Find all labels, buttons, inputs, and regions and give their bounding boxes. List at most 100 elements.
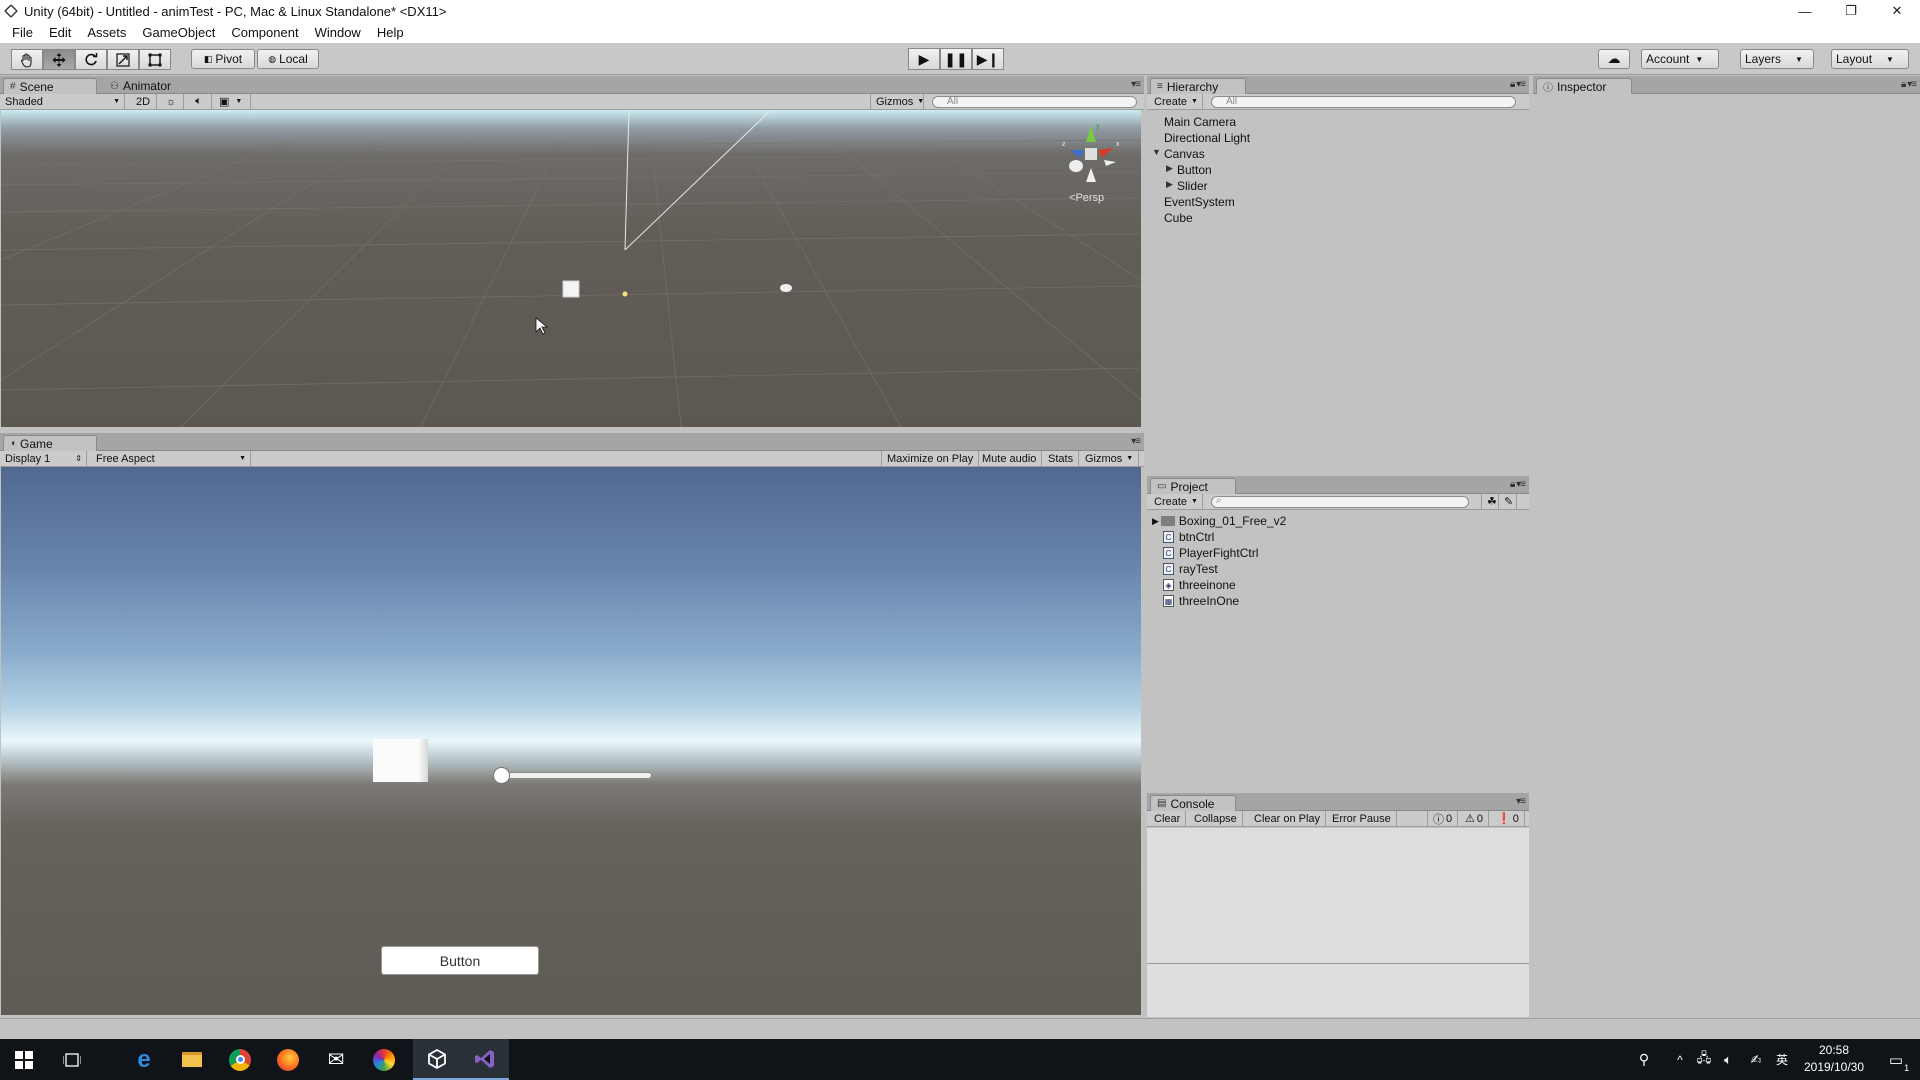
mute-audio-toggle[interactable]: Mute audio: [977, 451, 1043, 466]
persp-label[interactable]: <Persp: [1069, 192, 1104, 204]
slider-handle[interactable]: [493, 767, 510, 784]
hierarchy-item-button[interactable]: Button: [1177, 163, 1212, 177]
filter-by-label-button[interactable]: ✎: [1499, 494, 1517, 509]
network-button[interactable]: 🖧︎: [1692, 1039, 1716, 1080]
ime-indicator[interactable]: 英: [1770, 1039, 1794, 1080]
tab-game[interactable]: ◖ Game: [3, 435, 97, 451]
panel-menu-icon[interactable]: ▾≡: [1131, 79, 1141, 90]
console-clear-button[interactable]: Clear: [1149, 811, 1187, 826]
project-create-dropdown[interactable]: Create ▼: [1149, 494, 1203, 509]
tab-animator[interactable]: ⚇ Animator: [104, 78, 181, 94]
effects-dropdown[interactable]: ▣ ▼: [214, 94, 251, 109]
minimize-button[interactable]: —: [1782, 0, 1828, 22]
shading-mode-dropdown[interactable]: Shaded ▼: [0, 94, 125, 109]
menu-edit[interactable]: Edit: [41, 25, 79, 40]
menu-assets[interactable]: Assets: [79, 25, 134, 40]
menu-component[interactable]: Component: [223, 25, 306, 40]
scene-search-input[interactable]: All: [932, 96, 1137, 108]
tab-console[interactable]: ▤ Console: [1150, 795, 1236, 811]
collapsed-arrow-icon[interactable]: ▶: [1166, 179, 1173, 190]
taskbar-edge[interactable]: e: [120, 1039, 168, 1080]
restore-button[interactable]: ❐: [1828, 0, 1874, 22]
menu-window[interactable]: Window: [307, 25, 369, 40]
taskbar-unity[interactable]: [413, 1039, 461, 1080]
gizmos-dropdown[interactable]: Gizmos ▼: [870, 94, 924, 109]
taskbar-clock[interactable]: 20:58 2019/10/30: [1796, 1042, 1872, 1078]
project-item-script[interactable]: C PlayerFightCtrl: [1163, 546, 1258, 560]
console-error-filter[interactable]: ❗ 0: [1492, 811, 1525, 826]
layout-dropdown[interactable]: Layout ▼: [1831, 49, 1909, 69]
menu-gameobject[interactable]: GameObject: [134, 25, 223, 40]
local-toggle-button[interactable]: ◍ Local: [257, 49, 319, 69]
taskbar-file-explorer[interactable]: [168, 1039, 216, 1080]
lock-icon[interactable]: 🔒︎ ▾≡: [1510, 479, 1526, 490]
slider-track[interactable]: [498, 772, 652, 779]
console-error-pause-toggle[interactable]: Error Pause: [1327, 811, 1397, 826]
pivot-toggle-button[interactable]: ◧ Pivot: [191, 49, 255, 69]
task-view-button[interactable]: [48, 1039, 96, 1080]
menu-file[interactable]: File: [4, 25, 41, 40]
display-dropdown[interactable]: Display 1 ⇕: [0, 451, 87, 466]
hierarchy-item-canvas[interactable]: Canvas: [1164, 147, 1205, 161]
ui-button[interactable]: Button: [381, 946, 539, 975]
hierarchy-item-slider[interactable]: Slider: [1177, 179, 1208, 193]
console-collapse-button[interactable]: Collapse: [1189, 811, 1243, 826]
menu-help[interactable]: Help: [369, 25, 412, 40]
people-button[interactable]: ⚲: [1620, 1039, 1668, 1080]
hierarchy-create-dropdown[interactable]: Create ▼: [1149, 94, 1203, 109]
tab-project[interactable]: ▭ Project: [1150, 478, 1236, 494]
scene-viewport[interactable]: y z x <Persp: [1, 110, 1141, 427]
rotate-tool-button[interactable]: [75, 49, 107, 70]
project-item-folder[interactable]: ▶ Boxing_01_Free_v2: [1152, 514, 1286, 528]
scene-orientation-gizmo[interactable]: y z x: [1056, 120, 1126, 190]
collapsed-arrow-icon[interactable]: ▶: [1166, 163, 1173, 174]
tray-overflow-button[interactable]: ^: [1668, 1039, 1692, 1080]
close-button[interactable]: ✕: [1874, 0, 1920, 22]
console-detail-area[interactable]: [1147, 964, 1529, 1017]
expand-arrow-icon[interactable]: ▼: [1152, 147, 1161, 157]
move-tool-button[interactable]: [43, 49, 75, 70]
lock-icon[interactable]: 🔒︎ ▾≡: [1510, 79, 1526, 90]
hierarchy-item-directional-light[interactable]: Directional Light: [1164, 131, 1250, 145]
game-gizmos-dropdown[interactable]: Gizmos ▼: [1080, 451, 1140, 466]
audio-toggle[interactable]: 🔈︎: [186, 94, 212, 109]
scale-tool-button[interactable]: [107, 49, 139, 70]
lock-icon[interactable]: 🔒︎ ▾≡: [1901, 79, 1917, 90]
toggle-2d-button[interactable]: 2D: [131, 94, 157, 109]
hierarchy-search-input[interactable]: All: [1211, 96, 1516, 108]
maximize-on-play-toggle[interactable]: Maximize on Play: [881, 451, 980, 466]
taskbar-firefox[interactable]: [264, 1039, 312, 1080]
tab-scene[interactable]: # Scene: [3, 78, 97, 94]
project-item-animator[interactable]: ▦ threeInOne: [1163, 594, 1239, 608]
project-search-input[interactable]: ⌕: [1211, 496, 1469, 508]
project-item-script[interactable]: C btnCtrl: [1163, 530, 1214, 544]
rect-tool-button[interactable]: [139, 49, 171, 70]
taskbar-color-app[interactable]: [360, 1039, 408, 1080]
step-button[interactable]: ▶❙: [972, 48, 1004, 70]
tab-hierarchy[interactable]: ≡ Hierarchy: [1150, 78, 1246, 94]
console-clear-on-play-toggle[interactable]: Clear on Play: [1249, 811, 1327, 826]
pen-button[interactable]: ✍: [1744, 1039, 1768, 1080]
project-item-scene[interactable]: ◈ threeinone: [1163, 578, 1236, 592]
action-center-button[interactable]: ▭ 1: [1872, 1039, 1920, 1080]
project-item-script[interactable]: C rayTest: [1163, 562, 1218, 576]
start-button[interactable]: [0, 1039, 48, 1080]
taskbar-chrome[interactable]: [216, 1039, 264, 1080]
taskbar-mail[interactable]: ✉: [312, 1039, 360, 1080]
hierarchy-item-cube[interactable]: Cube: [1164, 211, 1193, 225]
stats-toggle[interactable]: Stats: [1043, 451, 1080, 466]
console-warning-filter[interactable]: ⚠ 0: [1460, 811, 1489, 826]
account-dropdown[interactable]: Account ▼: [1641, 49, 1719, 69]
panel-menu-icon[interactable]: ▾≡: [1131, 436, 1141, 447]
play-button[interactable]: ▶: [908, 48, 940, 70]
collab-cloud-button[interactable]: ☁: [1598, 49, 1630, 69]
pause-button[interactable]: ❚❚: [940, 48, 972, 70]
game-viewport[interactable]: Button: [1, 467, 1141, 1015]
filter-by-type-button[interactable]: ☘: [1481, 494, 1499, 509]
volume-button[interactable]: 🔈︎: [1716, 1039, 1740, 1080]
aspect-dropdown[interactable]: Free Aspect ▼: [91, 451, 251, 466]
tab-inspector[interactable]: ⓘ Inspector: [1536, 78, 1632, 94]
lighting-toggle[interactable]: ☼: [159, 94, 184, 109]
taskbar-visual-studio[interactable]: [461, 1039, 509, 1080]
layers-dropdown[interactable]: Layers ▼: [1740, 49, 1814, 69]
